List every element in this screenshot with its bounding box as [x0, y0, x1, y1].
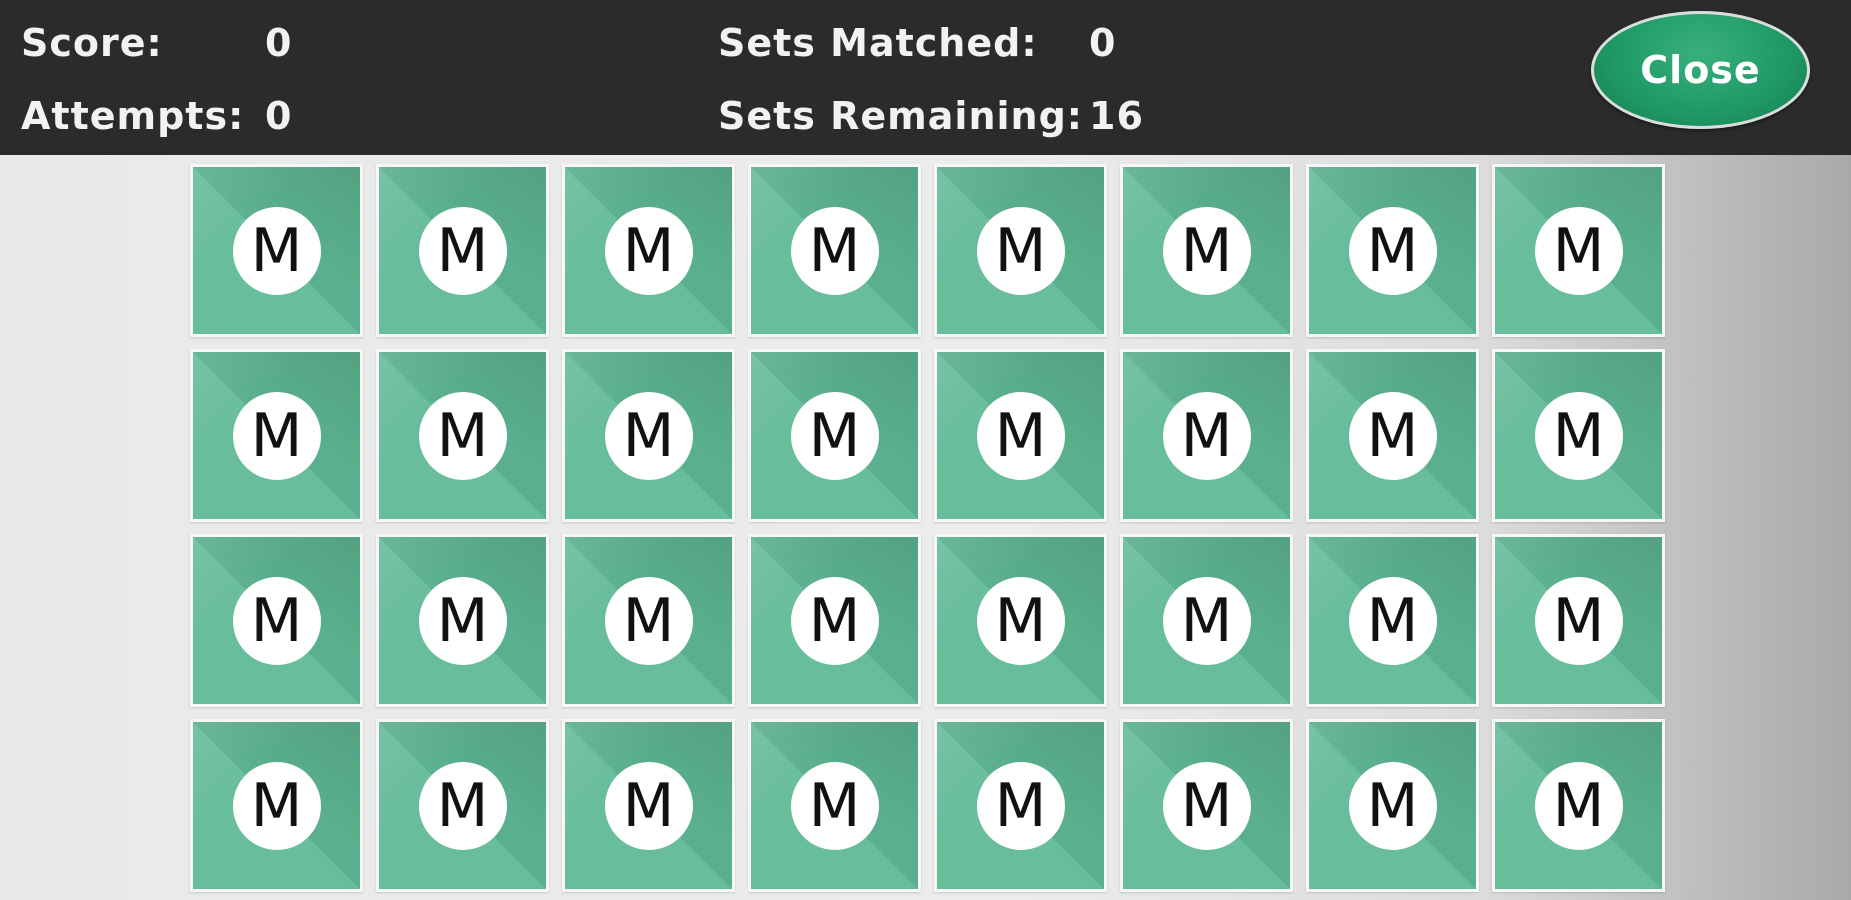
card-logo-icon: M	[418, 761, 507, 850]
memory-card[interactable]: M	[1120, 719, 1293, 892]
sets-matched-value: 0	[1089, 21, 1117, 65]
card-logo-icon: M	[232, 391, 321, 480]
memory-card[interactable]: M	[1492, 164, 1665, 337]
memory-card[interactable]: M	[562, 349, 735, 522]
memory-card[interactable]: M	[190, 534, 363, 707]
card-logo-icon: M	[1348, 206, 1437, 295]
memory-card[interactable]: M	[748, 349, 921, 522]
sets-remaining-label: Sets Remaining:	[718, 94, 1083, 138]
card-logo-icon: M	[418, 576, 507, 665]
card-logo-icon: M	[976, 761, 1065, 850]
memory-card[interactable]: M	[190, 164, 363, 337]
memory-card[interactable]: M	[934, 349, 1107, 522]
card-logo-icon: M	[232, 206, 321, 295]
memory-card[interactable]: M	[190, 349, 363, 522]
sets-matched-label: Sets Matched:	[718, 21, 1038, 65]
memory-card[interactable]: M	[1120, 534, 1293, 707]
memory-card[interactable]: M	[748, 164, 921, 337]
attempts-label: Attempts:	[21, 94, 245, 138]
score-label: Score:	[21, 21, 163, 65]
memory-card[interactable]: M	[1306, 534, 1479, 707]
card-logo-icon: M	[604, 761, 693, 850]
card-logo-icon: M	[1348, 761, 1437, 850]
memory-card[interactable]: M	[562, 164, 735, 337]
card-logo-icon: M	[790, 391, 879, 480]
card-logo-icon: M	[232, 761, 321, 850]
card-logo-icon: M	[604, 206, 693, 295]
memory-card[interactable]: M	[562, 534, 735, 707]
card-logo-icon: M	[790, 206, 879, 295]
memory-card[interactable]: M	[1120, 349, 1293, 522]
memory-card[interactable]: M	[748, 534, 921, 707]
memory-card[interactable]: M	[1306, 349, 1479, 522]
card-logo-icon: M	[1534, 761, 1623, 850]
card-logo-icon: M	[1534, 206, 1623, 295]
card-logo-icon: M	[418, 391, 507, 480]
memory-card[interactable]: M	[1492, 719, 1665, 892]
card-logo-icon: M	[1162, 761, 1251, 850]
memory-card[interactable]: M	[376, 349, 549, 522]
card-logo-icon: M	[1348, 576, 1437, 665]
card-logo-icon: M	[1162, 391, 1251, 480]
score-value: 0	[265, 21, 293, 65]
score-bar: Score: 0 Attempts: 0 Sets Matched: 0 Set…	[0, 0, 1851, 155]
memory-card[interactable]: M	[1120, 164, 1293, 337]
attempts-value: 0	[265, 94, 293, 138]
card-logo-icon: M	[604, 576, 693, 665]
card-logo-icon: M	[790, 761, 879, 850]
memory-card[interactable]: M	[748, 719, 921, 892]
memory-card[interactable]: M	[934, 719, 1107, 892]
card-logo-icon: M	[976, 391, 1065, 480]
memory-card[interactable]: M	[376, 534, 549, 707]
memory-card[interactable]: M	[376, 719, 549, 892]
card-logo-icon: M	[1348, 391, 1437, 480]
memory-card[interactable]: M	[1306, 164, 1479, 337]
card-logo-icon: M	[790, 576, 879, 665]
memory-card[interactable]: M	[190, 719, 363, 892]
card-grid: M M M M M M M M M M M M M M M M M M M M M M M M M M M M M M M M	[190, 164, 1665, 892]
card-logo-icon: M	[418, 206, 507, 295]
close-button[interactable]: Close	[1591, 11, 1810, 129]
card-logo-icon: M	[1534, 576, 1623, 665]
memory-card[interactable]: M	[376, 164, 549, 337]
card-logo-icon: M	[1162, 576, 1251, 665]
memory-card[interactable]: M	[934, 164, 1107, 337]
card-logo-icon: M	[1162, 206, 1251, 295]
memory-card[interactable]: M	[562, 719, 735, 892]
card-logo-icon: M	[976, 576, 1065, 665]
memory-card[interactable]: M	[1492, 349, 1665, 522]
card-logo-icon: M	[976, 206, 1065, 295]
memory-card[interactable]: M	[1492, 534, 1665, 707]
card-logo-icon: M	[604, 391, 693, 480]
card-logo-icon: M	[232, 576, 321, 665]
card-logo-icon: M	[1534, 391, 1623, 480]
sets-remaining-value: 16	[1089, 94, 1144, 138]
memory-card[interactable]: M	[1306, 719, 1479, 892]
memory-card[interactable]: M	[934, 534, 1107, 707]
